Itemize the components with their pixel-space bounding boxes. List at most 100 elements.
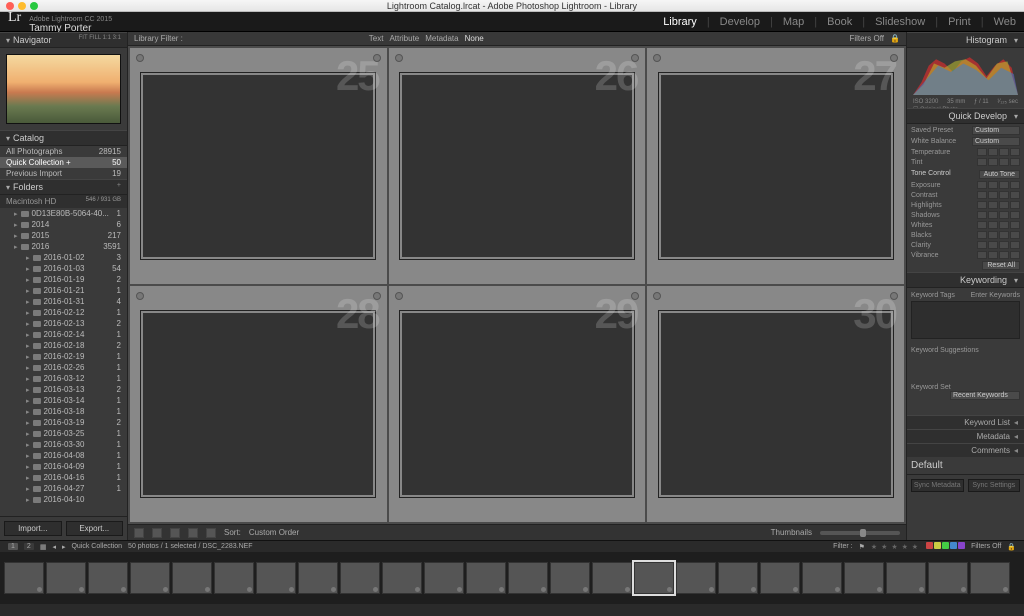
rating-stars[interactable]: ★ ★ ★ ★ ★ <box>871 543 919 551</box>
folder-row[interactable]: 2016-01-0354 <box>0 263 127 274</box>
grid-cell[interactable]: 30 <box>647 286 904 522</box>
flag-badge-icon[interactable] <box>136 292 144 300</box>
folder-row[interactable]: 2016-01-192 <box>0 274 127 285</box>
folder-row[interactable]: 2016-02-182 <box>0 340 127 351</box>
catalog-row[interactable]: Quick Collection +50 <box>0 157 127 168</box>
folder-row[interactable]: 20146 <box>0 219 127 230</box>
flag-pick-icon[interactable]: ⚑ <box>859 543 865 551</box>
flag-badge-icon[interactable] <box>395 292 403 300</box>
flag-badge-icon[interactable] <box>395 54 403 62</box>
folder-row[interactable]: 2016-04-161 <box>0 472 127 483</box>
filmstrip-thumb[interactable] <box>466 562 506 594</box>
folder-row[interactable]: 2016-04-10 <box>0 494 127 505</box>
folder-row[interactable]: 2016-04-091 <box>0 461 127 472</box>
exposure-buttons[interactable] <box>977 181 1020 189</box>
nav-back-icon[interactable]: ◂ <box>52 543 56 551</box>
contrast-buttons[interactable] <box>977 191 1020 199</box>
color-label-swatch[interactable] <box>934 542 941 549</box>
comments-header[interactable]: Comments <box>907 443 1024 457</box>
import-button[interactable]: Import... <box>4 521 62 536</box>
module-print[interactable]: Print <box>948 16 971 28</box>
navigator-zoom-opts[interactable]: FIT FILL 1:1 3:1 <box>79 35 121 45</box>
filmstrip-thumb[interactable] <box>802 562 842 594</box>
saved-preset-dropdown[interactable]: Custom <box>972 126 1020 135</box>
filmstrip-thumb[interactable] <box>256 562 296 594</box>
filter-tab-none[interactable]: None <box>465 34 484 43</box>
filmstrip-thumb[interactable] <box>970 562 1010 594</box>
folder-row[interactable]: 2016-03-192 <box>0 417 127 428</box>
metadata-preset-dropdown[interactable]: Default <box>911 460 943 471</box>
filmstrip[interactable] <box>0 552 1024 604</box>
filmstrip-thumb[interactable] <box>298 562 338 594</box>
filmstrip-thumb[interactable] <box>886 562 926 594</box>
folder-row[interactable]: 20163591 <box>0 241 127 252</box>
sync-badge-icon[interactable] <box>631 54 639 62</box>
sync-metadata-button[interactable]: Sync Metadata <box>911 479 964 492</box>
folder-row[interactable]: 2016-01-211 <box>0 285 127 296</box>
filmstrip-thumb[interactable] <box>760 562 800 594</box>
thumbnail-size-slider[interactable] <box>820 531 900 535</box>
grid-view-icon[interactable] <box>134 528 144 538</box>
filmstrip-thumb[interactable] <box>130 562 170 594</box>
keyword-set-dropdown[interactable]: Recent Keywords <box>950 391 1020 400</box>
grid-cell[interactable]: 26 <box>389 48 646 284</box>
screen-tab-1[interactable]: 1 <box>8 543 18 550</box>
export-button[interactable]: Export... <box>66 521 124 536</box>
catalog-row[interactable]: All Photographs28915 <box>0 146 127 157</box>
sync-badge-icon[interactable] <box>890 292 898 300</box>
folder-row[interactable]: 2016-02-141 <box>0 329 127 340</box>
keywording-header[interactable]: Keywording <box>907 272 1024 288</box>
filter-tab-metadata[interactable]: Metadata <box>425 34 458 43</box>
filmstrip-thumb[interactable] <box>844 562 884 594</box>
color-label-swatch[interactable] <box>926 542 933 549</box>
filmstrip-thumb[interactable] <box>172 562 212 594</box>
filmstrip-thumb[interactable] <box>550 562 590 594</box>
sync-badge-icon[interactable] <box>373 292 381 300</box>
filmstrip-thumb[interactable] <box>424 562 464 594</box>
folder-row[interactable]: 2016-03-132 <box>0 384 127 395</box>
white-balance-dropdown[interactable]: Custom <box>972 137 1020 146</box>
sort-value[interactable]: Custom Order <box>249 528 299 537</box>
module-map[interactable]: Map <box>783 16 804 28</box>
clarity-buttons[interactable] <box>977 241 1020 249</box>
filter-tab-text[interactable]: Text <box>369 34 384 43</box>
whites-buttons[interactable] <box>977 221 1020 229</box>
folder-row[interactable]: 2015217 <box>0 230 127 241</box>
folder-row[interactable]: 2016-02-261 <box>0 362 127 373</box>
folder-row[interactable]: 2016-03-251 <box>0 428 127 439</box>
folder-row[interactable]: 2016-02-121 <box>0 307 127 318</box>
folder-row[interactable]: 2016-01-023 <box>0 252 127 263</box>
histogram-header[interactable]: Histogram <box>907 32 1024 48</box>
navigator-header[interactable]: Navigator FIT FILL 1:1 3:1 <box>0 32 127 48</box>
folder-row[interactable]: 2016-01-314 <box>0 296 127 307</box>
filmstrip-thumb[interactable] <box>676 562 716 594</box>
folder-row[interactable]: 2016-04-081 <box>0 450 127 461</box>
module-web[interactable]: Web <box>994 16 1016 28</box>
filmstrip-thumb[interactable] <box>928 562 968 594</box>
filter-lock-icon[interactable]: 🔒 <box>890 34 900 43</box>
module-slideshow[interactable]: Slideshow <box>875 16 925 28</box>
navigator-preview[interactable] <box>0 48 127 130</box>
catalog-row[interactable]: Previous Import19 <box>0 168 127 179</box>
folder-row[interactable]: 2016-02-132 <box>0 318 127 329</box>
volume-row[interactable]: Macintosh HD 546 / 931 GB <box>0 195 127 208</box>
color-label-swatch[interactable] <box>958 542 965 549</box>
reset-all-button[interactable]: Reset All <box>982 261 1020 270</box>
filter-tab-attribute[interactable]: Attribute <box>389 34 419 43</box>
filmstrip-thumb[interactable] <box>382 562 422 594</box>
module-develop[interactable]: Develop <box>720 16 760 28</box>
keyword-list-header[interactable]: Keyword List <box>907 415 1024 429</box>
sync-badge-icon[interactable] <box>631 292 639 300</box>
blacks-buttons[interactable] <box>977 231 1020 239</box>
color-label-swatch[interactable] <box>942 542 949 549</box>
painter-icon[interactable] <box>206 528 216 538</box>
sync-badge-icon[interactable] <box>890 54 898 62</box>
filter-lock-icon-2[interactable]: 🔒 <box>1007 543 1016 551</box>
source-label[interactable]: Quick Collection <box>71 543 122 550</box>
folder-row[interactable]: 2016-03-181 <box>0 406 127 417</box>
compare-view-icon[interactable] <box>170 528 180 538</box>
folders-header[interactable]: Folders+ <box>0 179 127 195</box>
keyword-tags-input[interactable] <box>911 301 1020 339</box>
flag-badge-icon[interactable] <box>136 54 144 62</box>
folder-row[interactable]: 2016-03-141 <box>0 395 127 406</box>
